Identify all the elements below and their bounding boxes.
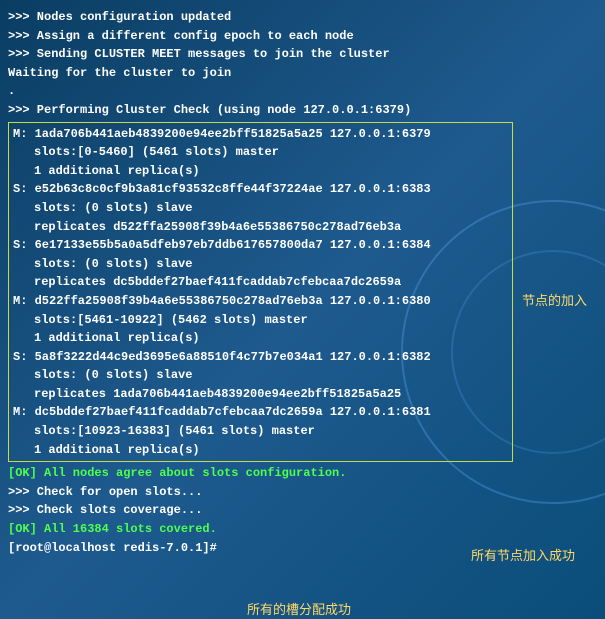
annotation-slots-assigned: 所有的槽分配成功: [247, 599, 351, 618]
node-slots: slots: (0 slots) slave: [13, 255, 508, 274]
node-slots: slots:[10923-16383] (5461 slots) master: [13, 422, 508, 441]
ok-nodes-agree: [OK] All nodes agree about slots configu…: [8, 464, 597, 483]
waiting-line: Waiting for the cluster to join: [8, 64, 597, 83]
node-row: M: dc5bddef27baef411fcaddab7cfebcaa7dc26…: [13, 403, 508, 422]
config-updated-line: >>> Nodes configuration updated: [8, 8, 597, 27]
prompt-text: [root@localhost redis-7.0.1]#: [8, 541, 217, 555]
nodes-box: M: 1ada706b441aeb4839200e94ee2bff51825a5…: [8, 122, 513, 463]
sending-meet-line: >>> Sending CLUSTER MEET messages to joi…: [8, 45, 597, 64]
assign-epoch-line: >>> Assign a different config epoch to e…: [8, 27, 597, 46]
node-extra: 1 additional replica(s): [13, 441, 508, 460]
node-slots: slots: (0 slots) slave: [13, 366, 508, 385]
blank-line: .: [8, 82, 597, 101]
node-row: S: e52b63c8c0cf9b3a81cf93532c8ffe44f3722…: [13, 180, 508, 199]
node-slots: slots: (0 slots) slave: [13, 199, 508, 218]
node-extra: 1 additional replica(s): [13, 329, 508, 348]
check-open-slots: >>> Check for open slots...: [8, 483, 597, 502]
annotation-all-joined: 所有节点加入成功: [471, 545, 575, 564]
ok-slots-covered: [OK] All 16384 slots covered.: [8, 520, 597, 539]
node-row: M: 1ada706b441aeb4839200e94ee2bff51825a5…: [13, 125, 508, 144]
annotation-nodes-join: 节点的加入: [522, 290, 587, 309]
node-row: S: 6e17133e55b5a0a5dfeb97eb7ddb617657800…: [13, 236, 508, 255]
terminal-output: >>> Nodes configuration updated >>> Assi…: [8, 8, 597, 557]
node-extra: replicates dc5bddef27baef411fcaddab7cfeb…: [13, 273, 508, 292]
node-extra: replicates 1ada706b441aeb4839200e94ee2bf…: [13, 385, 508, 404]
node-row: S: 5a8f3222d44c9ed3695e6a88510f4c77b7e03…: [13, 348, 508, 367]
node-slots: slots:[5461-10922] (5462 slots) master: [13, 311, 508, 330]
node-extra: 1 additional replica(s): [13, 162, 508, 181]
node-row: M: d522ffa25908f39b4a6e55386750c278ad76e…: [13, 292, 508, 311]
cluster-check-line: >>> Performing Cluster Check (using node…: [8, 101, 597, 120]
node-slots: slots:[0-5460] (5461 slots) master: [13, 143, 508, 162]
check-coverage: >>> Check slots coverage...: [8, 501, 597, 520]
node-extra: replicates d522ffa25908f39b4a6e55386750c…: [13, 218, 508, 237]
